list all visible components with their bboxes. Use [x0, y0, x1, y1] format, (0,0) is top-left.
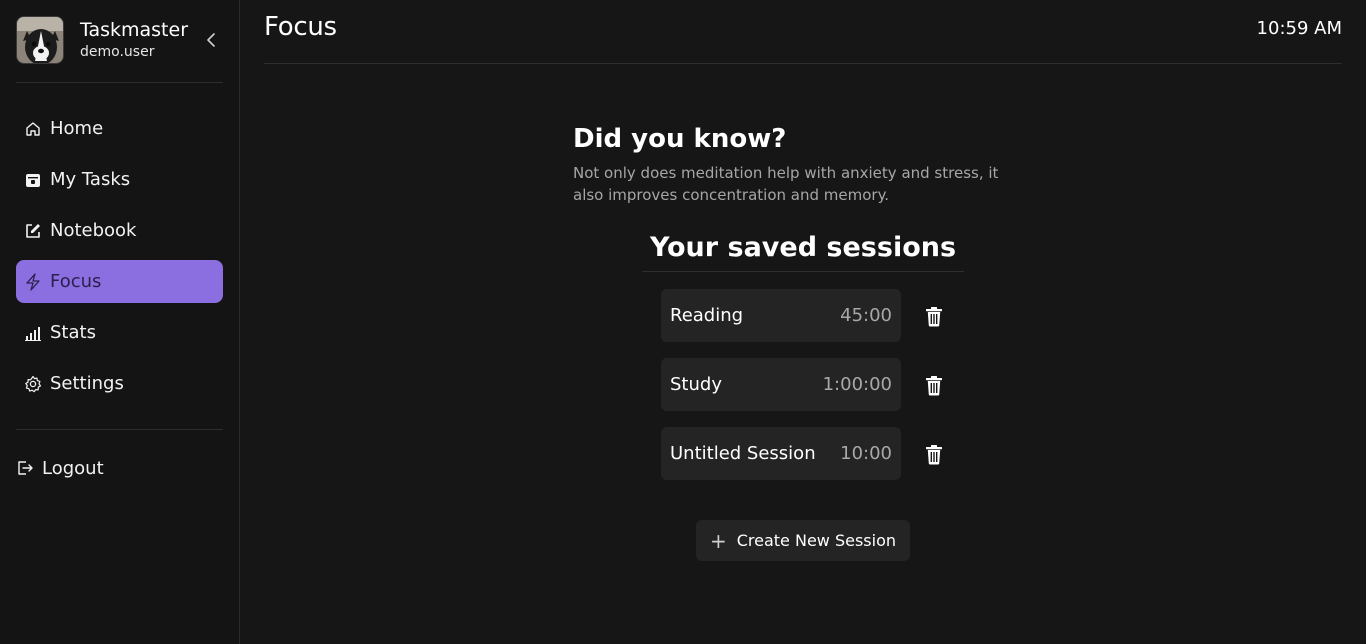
session-duration: 45:00 — [840, 305, 892, 326]
logout-icon — [16, 459, 34, 477]
session-card-study[interactable]: Study 1:00:00 — [661, 358, 901, 411]
sidebar-divider-top — [16, 82, 223, 83]
list-item: Reading 45:00 — [661, 289, 961, 342]
bolt-icon — [24, 272, 42, 291]
main-content: Focus 10:59 AM Did you know? Not only do… — [240, 0, 1366, 644]
sidebar: Taskmaster demo.user Home My Tasks Noteb… — [0, 0, 240, 644]
delete-session-button[interactable] — [924, 443, 944, 465]
chevron-left-icon — [207, 33, 215, 47]
delete-session-button[interactable] — [924, 374, 944, 396]
session-duration: 1:00:00 — [822, 374, 892, 395]
session-duration: 10:00 — [840, 443, 892, 464]
sidebar-item-label: Home — [50, 118, 104, 139]
list-item: Study 1:00:00 — [661, 358, 961, 411]
tip-body: Not only does meditation help with anxie… — [573, 164, 999, 204]
sidebar-item-label: Notebook — [50, 220, 137, 241]
tip-title: Did you know? — [573, 124, 787, 154]
bar-chart-icon — [24, 324, 42, 342]
session-list: Reading 45:00 Study 1:00:00 Untitled Ses… — [661, 289, 961, 496]
sidebar-item-label: Stats — [50, 322, 96, 343]
page-title: Focus — [264, 12, 337, 42]
app-root: Taskmaster demo.user Home My Tasks Noteb… — [0, 0, 1366, 644]
logout-label: Logout — [42, 457, 104, 479]
sidebar-item-label: Settings — [50, 373, 124, 394]
session-name: Reading — [670, 305, 744, 326]
gear-icon — [24, 375, 42, 393]
sidebar-item-settings[interactable]: Settings — [16, 362, 223, 405]
session-name: Study — [670, 374, 722, 395]
session-card-reading[interactable]: Reading 45:00 — [661, 289, 901, 342]
home-icon — [24, 120, 42, 138]
app-name: Taskmaster — [80, 19, 189, 41]
logout-button[interactable]: Logout — [16, 455, 104, 481]
profile: Taskmaster demo.user — [16, 16, 223, 64]
session-card-untitled[interactable]: Untitled Session 10:00 — [661, 427, 901, 480]
delete-session-button[interactable] — [924, 305, 944, 327]
sidebar-item-label: Focus — [50, 271, 102, 292]
session-name: Untitled Session — [670, 443, 816, 464]
calendar-icon — [24, 171, 42, 189]
plus-icon: + — [709, 528, 727, 553]
profile-text: Taskmaster demo.user — [80, 18, 188, 62]
sidebar-item-notebook[interactable]: Notebook — [16, 209, 223, 252]
edit-icon — [24, 222, 42, 240]
trash-icon — [926, 306, 942, 326]
sidebar-item-my-tasks[interactable]: My Tasks — [16, 158, 223, 201]
create-session-button[interactable]: + Create New Session — [696, 520, 910, 561]
clock: 10:59 AM — [1256, 18, 1342, 39]
sidebar-item-focus[interactable]: Focus — [16, 260, 223, 303]
sidebar-divider-bottom — [16, 429, 223, 430]
sidebar-item-label: My Tasks — [50, 169, 131, 190]
page-header: Focus 10:59 AM — [264, 12, 1342, 64]
username: demo.user — [80, 44, 155, 60]
sidebar-item-stats[interactable]: Stats — [16, 311, 223, 354]
avatar — [16, 16, 64, 64]
trash-icon — [926, 444, 942, 464]
collapse-sidebar-button[interactable] — [199, 28, 223, 52]
sidebar-nav: Home My Tasks Notebook Focus Stats Setti… — [16, 107, 223, 413]
trash-icon — [926, 375, 942, 395]
create-session-label: Create New Session — [736, 531, 897, 550]
sidebar-item-home[interactable]: Home — [16, 107, 223, 150]
list-item: Untitled Session 10:00 — [661, 427, 961, 480]
saved-sessions-title: Your saved sessions — [642, 232, 964, 272]
